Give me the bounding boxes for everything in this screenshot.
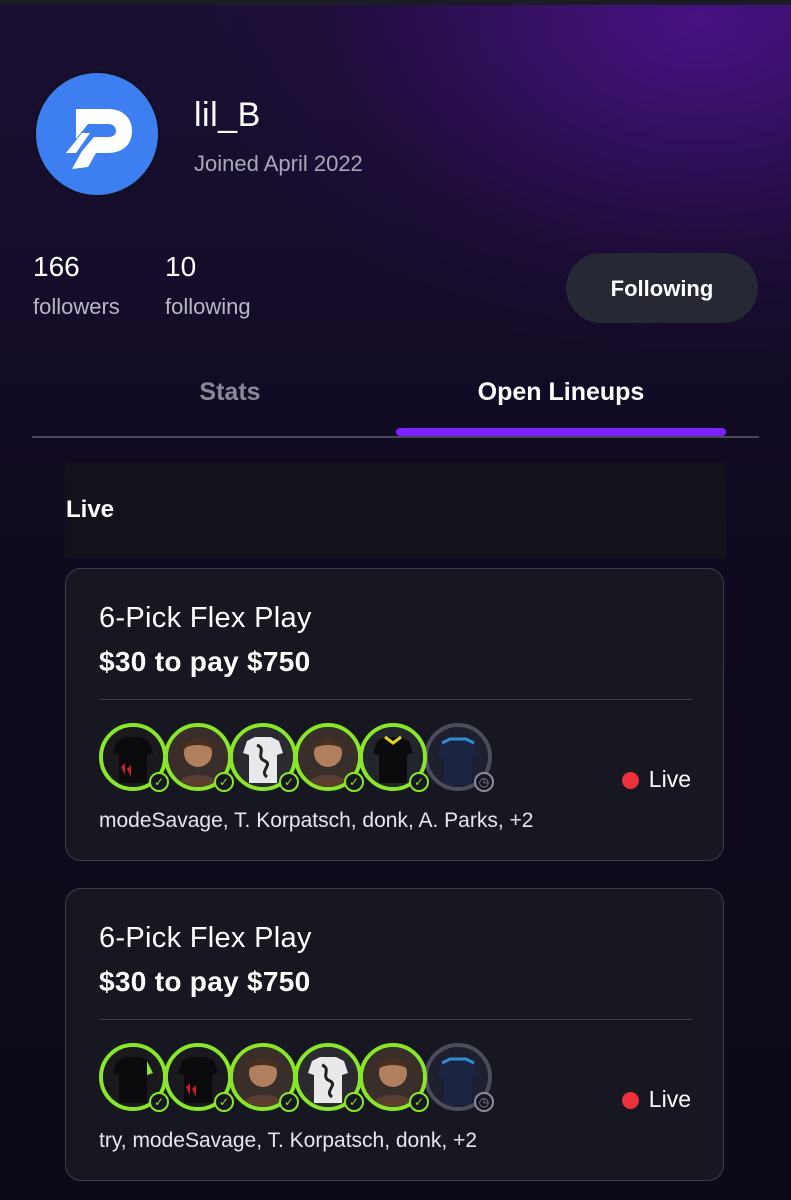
- checkmark-icon: ✓: [214, 772, 234, 792]
- status-bar-edge: [0, 0, 791, 5]
- tab-divider: [32, 436, 759, 438]
- checkmark-icon: ✓: [149, 1092, 169, 1112]
- checkmark-icon: ✓: [344, 772, 364, 792]
- lineup-card[interactable]: 6-Pick Flex Play $30 to pay $750 ✓ ✓ ✓ ✓ ✓ ◷ …: [65, 888, 724, 1181]
- checkmark-icon: ✓: [409, 772, 429, 792]
- joined-date: Joined April 2022: [194, 151, 363, 176]
- live-section-header: [65, 463, 726, 558]
- clock-icon: ◷: [474, 1092, 494, 1112]
- pick-avatars: ✓ ✓ ✓ ✓ ✓ ◷: [99, 723, 519, 803]
- live-dot-icon: [622, 772, 639, 789]
- lineup-players: try, modeSavage, T. Korpatsch, donk, +2: [99, 1129, 478, 1152]
- lineup-payout: $30 to pay $750: [99, 646, 311, 677]
- lineup-title: 6-Pick Flex Play: [99, 922, 312, 954]
- following-button[interactable]: Following: [566, 253, 758, 323]
- tab-stats[interactable]: Stats: [130, 378, 330, 407]
- live-status: Live: [648, 766, 691, 792]
- card-divider: [99, 1019, 692, 1020]
- card-divider: [99, 699, 692, 700]
- active-tab-indicator: [396, 428, 726, 436]
- pick-avatars: ✓ ✓ ✓ ✓ ✓ ◷: [99, 1043, 519, 1123]
- checkmark-icon: ✓: [279, 1092, 299, 1112]
- live-status: Live: [648, 1086, 691, 1112]
- lineup-payout: $30 to pay $750: [99, 966, 311, 997]
- tab-open-lineups[interactable]: Open Lineups: [396, 378, 726, 407]
- lineup-card[interactable]: 6-Pick Flex Play $30 to pay $750 ✓ ✓ ✓ ✓ ✓ ◷ …: [65, 568, 724, 861]
- checkmark-icon: ✓: [409, 1092, 429, 1112]
- lineup-title: 6-Pick Flex Play: [99, 602, 312, 634]
- checkmark-icon: ✓: [344, 1092, 364, 1112]
- clock-icon: ◷: [474, 772, 494, 792]
- followers-label[interactable]: followers: [33, 294, 120, 320]
- logo-p-icon: [66, 109, 132, 169]
- username: lil_B: [194, 96, 261, 134]
- avatar: [34, 71, 160, 197]
- following-count[interactable]: 10: [165, 251, 196, 283]
- following-label[interactable]: following: [165, 294, 251, 320]
- checkmark-icon: ✓: [149, 772, 169, 792]
- checkmark-icon: ✓: [214, 1092, 234, 1112]
- checkmark-icon: ✓: [279, 772, 299, 792]
- lineup-players: modeSavage, T. Korpatsch, donk, A. Parks…: [99, 809, 534, 832]
- followers-count[interactable]: 166: [33, 251, 80, 283]
- live-dot-icon: [622, 1092, 639, 1109]
- section-title-live: Live: [66, 496, 115, 523]
